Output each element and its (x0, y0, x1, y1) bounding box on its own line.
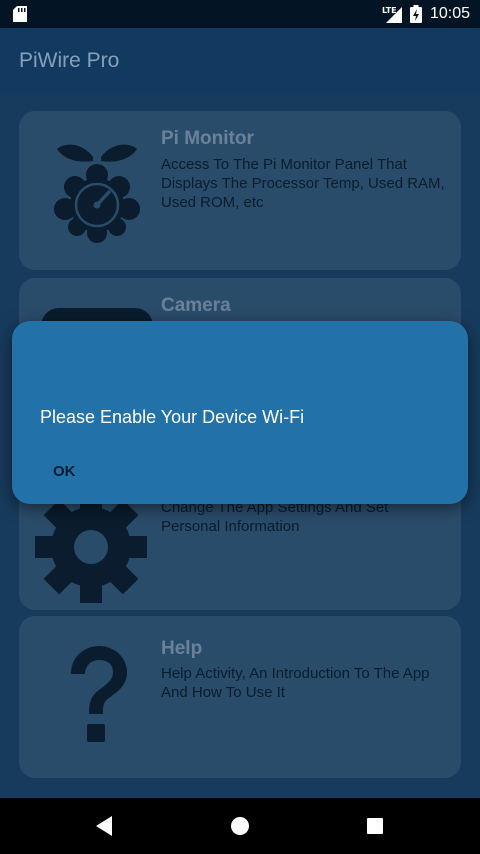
navigation-bar (0, 798, 480, 854)
app-bar: PiWire Pro (0, 28, 480, 95)
pi-monitor-card[interactable]: Pi Monitor Access To The Pi Monitor Pane… (19, 111, 461, 270)
app-title: PiWire Pro (19, 49, 120, 72)
card-title: Pi Monitor (161, 128, 254, 149)
gear-icon (35, 491, 147, 603)
battery-charging-icon (409, 5, 422, 23)
raspberry-pi-gauge-icon (54, 144, 140, 243)
card-title: Help (161, 638, 203, 659)
status-bar: LTE 10:05 (0, 0, 480, 28)
back-icon[interactable] (90, 812, 120, 840)
clock: 10:05 (429, 5, 470, 22)
signal-icon: LTE (382, 4, 404, 24)
ok-button[interactable]: OK (40, 459, 90, 491)
sd-card-icon (13, 6, 27, 22)
home-icon[interactable] (225, 812, 255, 840)
card-description: Help Activity, An Introduction To The Ap… (161, 665, 430, 701)
dialog-message: Please Enable Your Device Wi-Fi (40, 407, 305, 427)
status-icons: LTE 10:05 (382, 0, 470, 28)
card-description: Access To The Pi Monitor Panel That Disp… (161, 156, 445, 211)
recents-icon[interactable] (360, 812, 390, 840)
question-mark-icon (71, 646, 127, 742)
wifi-alert-dialog: Please Enable Your Device Wi-Fi OK (12, 321, 468, 504)
card-title: Camera (161, 295, 231, 316)
help-card[interactable]: Help Help Activity, An Introduction To T… (19, 616, 461, 778)
